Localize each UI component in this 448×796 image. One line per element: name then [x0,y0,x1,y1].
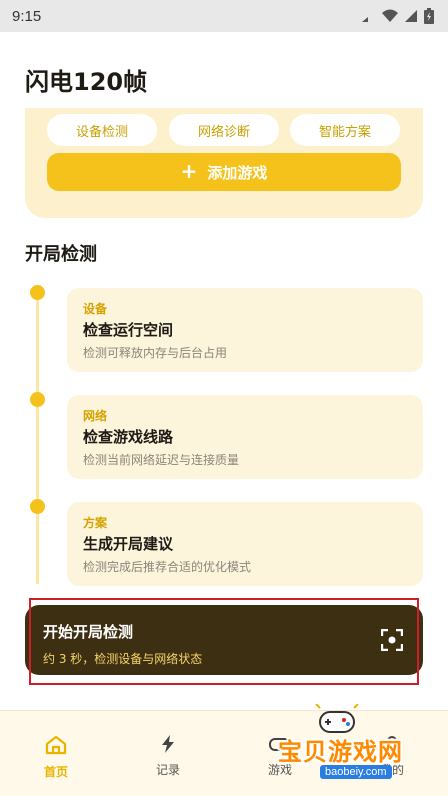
nav-home[interactable]: 首页 [16,735,96,780]
cell-signal-icon [405,10,417,22]
timeline-line [36,292,39,584]
step-tag: 设备 [83,302,108,316]
timeline-dot [30,499,45,514]
watermark-text: 宝贝游戏网 [278,738,403,766]
timeline-dot [30,392,45,407]
network-diagnose-chip[interactable]: 网络诊断 [169,114,279,146]
step-tag: 网络 [83,409,108,423]
status-icons [362,8,434,24]
step-title: 检查游戏线路 [83,428,174,446]
signal-icon [362,17,368,22]
step-title: 检查运行空间 [83,321,174,339]
step-desc: 检测完成后推荐合适的优化模式 [83,560,252,574]
lightning-icon [162,735,174,753]
step-card-device: 设备 检查运行空间 检测可释放内存与后台占用 [67,288,423,372]
step-tag: 方案 [83,516,108,530]
add-game-button[interactable]: + 添加游戏 [47,153,401,191]
start-detection-title: 开始开局检测 [43,623,134,641]
nav-label: 首页 [43,765,68,779]
start-detection-subtitle: 约 3 秒，检测设备与网络状态 [43,652,203,666]
step-desc: 检测可释放内存与后台占用 [83,346,228,360]
smart-plan-chip[interactable]: 智能方案 [290,114,400,146]
step-card-network: 网络 检查游戏线路 检测当前网络延迟与连接质量 [67,395,423,479]
status-time: 9:15 [12,7,42,25]
nav-records[interactable]: 记录 [128,735,208,778]
app-title: 闪电120帧 [25,68,148,96]
scan-icon [381,629,403,651]
step-card-plan: 方案 生成开局建议 检测完成后推荐合适的优化模式 [67,502,423,586]
status-bar: 9:15 [0,0,448,32]
timeline-dot [30,285,45,300]
home-icon [45,735,67,755]
nav-label: 记录 [155,763,180,777]
start-detection-button[interactable]: 开始开局检测 约 3 秒，检测设备与网络状态 [25,605,423,675]
wifi-icon [382,9,398,22]
quick-actions-card: 设备检测 网络诊断 智能方案 + 添加游戏 [25,108,423,218]
device-check-chip[interactable]: 设备检测 [47,114,157,146]
step-title: 生成开局建议 [83,535,174,553]
plus-icon: + [180,159,198,183]
watermark-url: baobeiy.com [320,765,392,779]
add-game-label: 添加游戏 [207,163,268,182]
step-desc: 检测当前网络延迟与连接质量 [83,453,240,467]
section-title: 开局检测 [25,244,97,265]
watermark: 宝贝游戏网 baobeiy.com [266,704,446,786]
battery-icon [424,8,434,24]
